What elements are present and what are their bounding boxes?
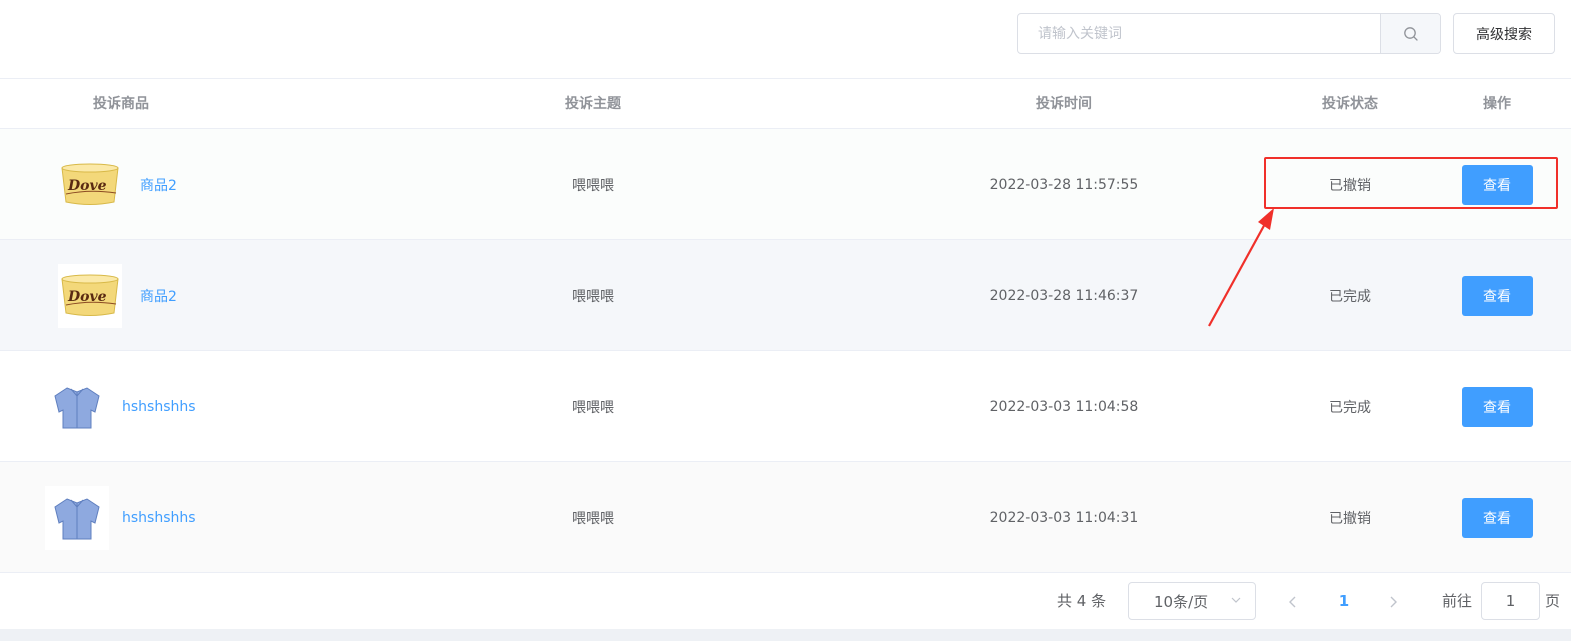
chocolate-tub-image: Dove xyxy=(58,263,122,328)
product-name-link[interactable]: hshshshhs xyxy=(122,399,196,415)
status-cell: 已完成 xyxy=(1329,399,1371,416)
product-cell: hshshshhs xyxy=(45,462,265,573)
view-button[interactable]: 查看 xyxy=(1461,275,1533,316)
product-cell: Dove 商品2 xyxy=(58,240,258,351)
view-button[interactable]: 查看 xyxy=(1461,386,1533,427)
advanced-search-button[interactable]: 高级搜索 xyxy=(1453,13,1555,54)
header-action: 操作 xyxy=(1483,96,1511,112)
goto-suffix: 页 xyxy=(1545,592,1561,610)
subject-cell: 喂喂喂 xyxy=(572,510,614,527)
search-input[interactable] xyxy=(1018,14,1380,53)
time-cell: 2022-03-28 11:57:55 xyxy=(989,176,1139,193)
chocolate-tub-image: Dove xyxy=(58,153,122,217)
subject-cell: 喂喂喂 xyxy=(572,288,614,305)
status-cell: 已完成 xyxy=(1329,288,1371,305)
page-size-select[interactable]: 10条/页 xyxy=(1128,582,1256,620)
toolbar: 高级搜索 xyxy=(0,0,1571,79)
search-box xyxy=(1017,13,1441,54)
blue-shirt-image xyxy=(45,374,109,439)
action-cell: 查看 xyxy=(1445,240,1549,351)
header-time: 投诉时间 xyxy=(1036,96,1092,112)
table-row: Dove 商品2 喂喂喂 2022-03-28 11:46:37 已完成 查看 xyxy=(0,240,1571,351)
subject-cell: 喂喂喂 xyxy=(572,177,614,194)
view-button[interactable]: 查看 xyxy=(1461,164,1533,205)
search-button[interactable] xyxy=(1380,14,1440,53)
time-cell: 2022-03-03 11:04:31 xyxy=(989,509,1139,526)
search-icon xyxy=(1403,26,1418,41)
total-count: 共 4 条 xyxy=(1057,592,1107,610)
action-cell: 查看 xyxy=(1445,129,1549,240)
page-size-value: 10条/页 xyxy=(1154,592,1209,611)
product-cell: hshshshhs xyxy=(45,351,265,462)
header-subject: 投诉主题 xyxy=(565,96,621,112)
table-row: Dove 商品2 喂喂喂 2022-03-28 11:57:55 已撤销 查看 xyxy=(0,129,1571,240)
product-name-link[interactable]: 商品2 xyxy=(140,175,177,195)
next-page-button[interactable] xyxy=(1383,574,1403,629)
pagination: 共 4 条 10条/页 1 前往 页 xyxy=(0,574,1571,629)
goto-label: 前往 xyxy=(1442,592,1473,610)
footer-strip xyxy=(0,629,1571,641)
chevron-right-icon xyxy=(1390,596,1397,607)
status-cell: 已撤销 xyxy=(1329,510,1371,527)
subject-cell: 喂喂喂 xyxy=(572,399,614,416)
chevron-left-icon xyxy=(1289,596,1296,607)
product-cell: Dove 商品2 xyxy=(58,129,258,240)
product-name-link[interactable]: hshshshhs xyxy=(122,510,196,526)
time-cell: 2022-03-03 11:04:58 xyxy=(989,398,1139,415)
header-product: 投诉商品 xyxy=(93,96,149,112)
table-row: hshshshhs 喂喂喂 2022-03-03 11:04:31 已撤销 查看 xyxy=(0,462,1571,573)
header-status: 投诉状态 xyxy=(1322,96,1378,112)
product-name-link[interactable]: 商品2 xyxy=(140,286,177,306)
goto-page-input[interactable] xyxy=(1481,582,1540,620)
table-row: hshshshhs 喂喂喂 2022-03-03 11:04:58 已完成 查看 xyxy=(0,351,1571,462)
status-cell: 已撤销 xyxy=(1329,177,1371,194)
blue-shirt-image xyxy=(45,485,109,550)
action-cell: 查看 xyxy=(1445,351,1549,462)
page-number-current[interactable]: 1 xyxy=(1333,574,1355,629)
view-button[interactable]: 查看 xyxy=(1461,497,1533,538)
chevron-down-icon xyxy=(1231,597,1241,603)
table-header: 投诉商品 投诉主题 投诉时间 投诉状态 操作 xyxy=(0,79,1571,129)
prev-page-button[interactable] xyxy=(1283,574,1303,629)
action-cell: 查看 xyxy=(1445,462,1549,573)
time-cell: 2022-03-28 11:46:37 xyxy=(989,287,1139,304)
